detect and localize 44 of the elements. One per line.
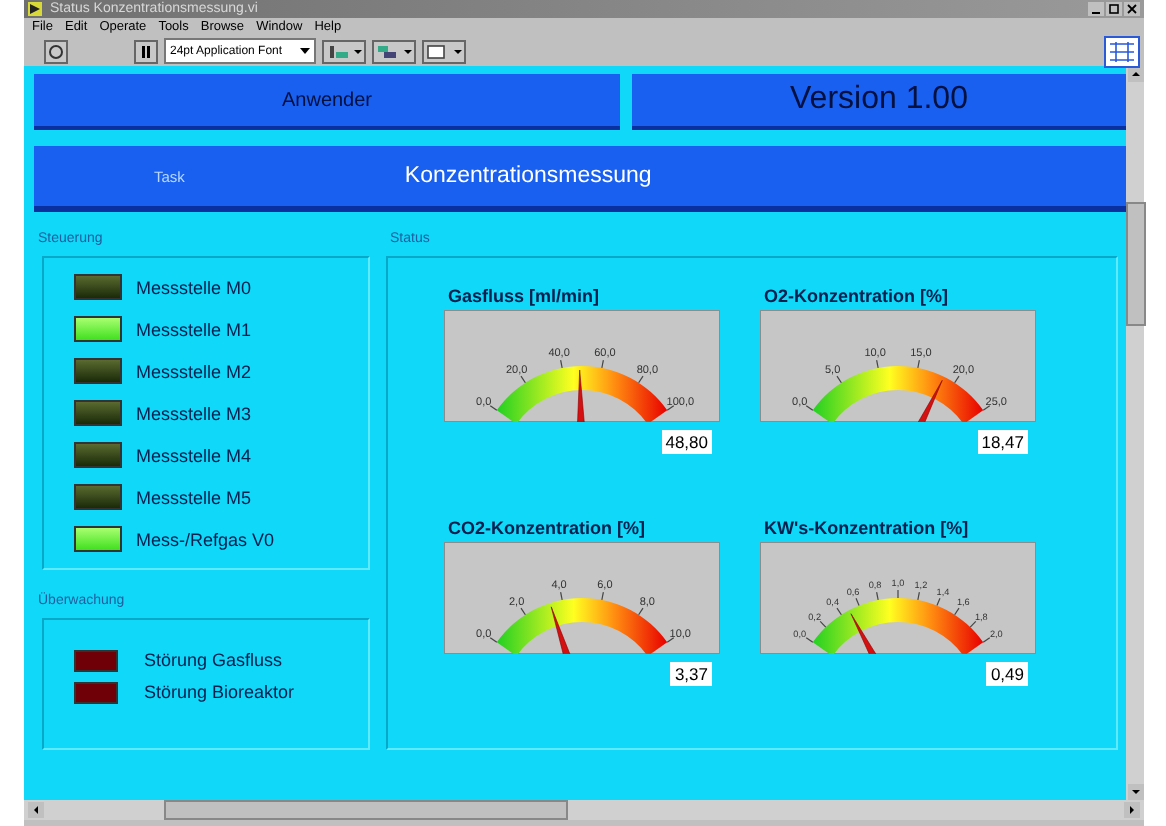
led-label: Messstelle M5 <box>136 487 252 507</box>
value-display: 3,37 <box>670 661 712 685</box>
alarm-label: Störung Bioreaktor <box>144 682 295 702</box>
gauge-needle <box>850 612 879 653</box>
scrollbar-thumb[interactable] <box>1125 202 1145 326</box>
caret-icon <box>300 48 310 54</box>
gauge-title: O2-Konzentration [%] <box>764 286 948 306</box>
led-label: Messstelle M3 <box>136 403 252 423</box>
scroll-left-icon[interactable] <box>28 802 44 818</box>
run-icon[interactable] <box>44 39 68 63</box>
alarm-label: Störung Gasfluss <box>144 650 283 670</box>
value-display: 48,80 <box>661 430 712 454</box>
gauge-needle <box>550 605 571 653</box>
value-display: 18,47 <box>977 430 1028 454</box>
distribute-dropdown-icon[interactable] <box>372 39 416 63</box>
scrollbar-thumb[interactable] <box>164 800 568 820</box>
pause-icon[interactable] <box>134 39 158 63</box>
scroll-right-icon[interactable] <box>1124 802 1140 818</box>
reorder-dropdown-icon[interactable] <box>422 39 466 63</box>
maximize-icon[interactable] <box>1106 2 1122 16</box>
led-label: Messstelle M2 <box>136 361 252 381</box>
gauge-needle <box>577 369 585 422</box>
run-arrow-icon <box>28 2 42 16</box>
gauge-title: CO2-Konzentration [%] <box>448 517 645 537</box>
led-label: Messstelle M1 <box>136 319 252 339</box>
horizontal-scrollbar[interactable] <box>24 800 1144 820</box>
align-dropdown-icon[interactable] <box>322 39 366 63</box>
led-indicator[interactable] <box>74 526 122 552</box>
gauge-title: Gasfluss [ml/min] <box>448 286 600 306</box>
gauge-needle <box>915 380 943 422</box>
value-display: 0,49 <box>986 661 1028 685</box>
led-label: Messstelle M0 <box>136 277 252 297</box>
close-icon[interactable] <box>1124 2 1140 16</box>
led-label: Messstelle M4 <box>136 445 252 465</box>
led-indicator[interactable] <box>74 316 122 342</box>
minimize-icon[interactable] <box>1088 2 1104 16</box>
vertical-scrollbar[interactable] <box>1126 66 1144 800</box>
gauge-title: KW's-Konzentration [%] <box>764 517 969 537</box>
task-value: Konzentrationsmessung <box>404 164 652 188</box>
user-bar: Anwender <box>34 74 620 130</box>
version-bar: Version 1.00 <box>632 74 1126 130</box>
led-label: Mess-/Refgas V0 <box>136 529 275 549</box>
scroll-down-icon[interactable] <box>1127 784 1143 800</box>
connector-pane-icon[interactable] <box>1104 35 1140 67</box>
